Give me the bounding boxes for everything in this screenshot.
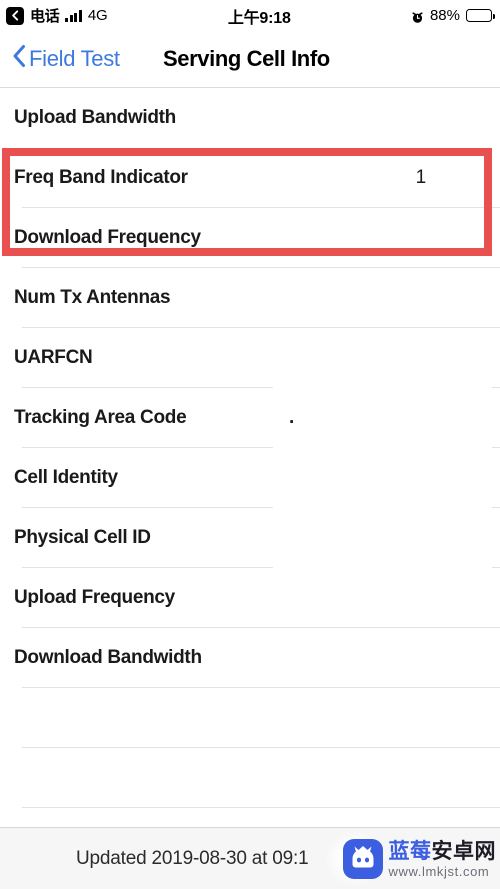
- table-row[interactable]: Physical Cell ID: [0, 508, 500, 568]
- row-label: Download Bandwidth: [14, 647, 202, 668]
- watermark-brand-blue: 蓝莓: [388, 839, 432, 863]
- alarm-clock-icon: [411, 9, 424, 23]
- row-label: Physical Cell ID: [14, 527, 151, 548]
- watermark-text: 蓝莓安卓网 www.lmkjst.com: [389, 841, 497, 878]
- row-value: 1: [415, 167, 427, 188]
- phone-screenshot: 电话 4G 上午9:18 88% Field Test Serving Cell…: [0, 0, 500, 889]
- table-row[interactable]: Download Bandwidth: [0, 628, 500, 688]
- status-bar-clock: 上午9:18: [227, 9, 291, 27]
- back-button-label: Field Test: [29, 46, 120, 71]
- status-bar-right: 88%: [411, 7, 495, 24]
- table-row[interactable]: Upload Frequency: [0, 568, 500, 628]
- table-row[interactable]: Cell Identity: [0, 448, 500, 508]
- chevron-left-icon: [12, 44, 26, 74]
- table-row[interactable]: Tracking Area Code .: [0, 388, 500, 448]
- last-updated-label: Updated 2019-08-30 at 09:1: [76, 847, 309, 869]
- table-row[interactable]: Num Tx Antennas: [0, 268, 500, 328]
- row-label: Download Frequency: [14, 227, 201, 248]
- site-watermark: 蓝莓安卓网 www.lmkjst.com: [324, 831, 497, 887]
- navigation-bar: Field Test Serving Cell Info: [0, 31, 500, 88]
- status-bar-left: 电话 4G: [6, 5, 108, 26]
- table-row[interactable]: Freq Band Indicator 1: [0, 148, 500, 208]
- watermark-url: www.lmkjst.com: [388, 863, 490, 879]
- row-label: Freq Band Indicator: [14, 167, 188, 188]
- row-label: Upload Frequency: [14, 587, 175, 608]
- table-row[interactable]: [0, 688, 500, 748]
- row-label: Cell Identity: [14, 467, 118, 488]
- network-type-label: 4G: [87, 7, 108, 24]
- serving-cell-info-list: Upload Bandwidth Freq Band Indicator 1 D…: [0, 88, 500, 868]
- signal-bars-icon: [65, 10, 82, 22]
- table-row[interactable]: Download Frequency: [0, 208, 500, 268]
- battery-percent-label: 88%: [429, 7, 460, 24]
- table-row[interactable]: [0, 748, 500, 808]
- back-button[interactable]: Field Test: [12, 44, 120, 74]
- return-to-previous-app-icon[interactable]: [6, 6, 24, 25]
- watermark-brand-dark: 安卓网: [431, 839, 496, 863]
- table-row[interactable]: Upload Bandwidth: [0, 88, 500, 148]
- row-label: Tracking Area Code: [14, 407, 187, 428]
- page-title: Serving Cell Info: [163, 46, 330, 71]
- carrier-label: 电话: [30, 8, 60, 25]
- row-label: Upload Bandwidth: [14, 107, 176, 128]
- row-value: .: [289, 407, 295, 428]
- android-robot-icon: [342, 839, 383, 879]
- battery-full-icon: [466, 9, 495, 22]
- table-row[interactable]: UARFCN: [0, 328, 500, 388]
- watermark-brand: 蓝莓安卓网: [389, 841, 497, 862]
- status-bar: 电话 4G 上午9:18 88%: [0, 0, 500, 31]
- row-label: Num Tx Antennas: [14, 287, 171, 308]
- row-label: UARFCN: [14, 347, 93, 368]
